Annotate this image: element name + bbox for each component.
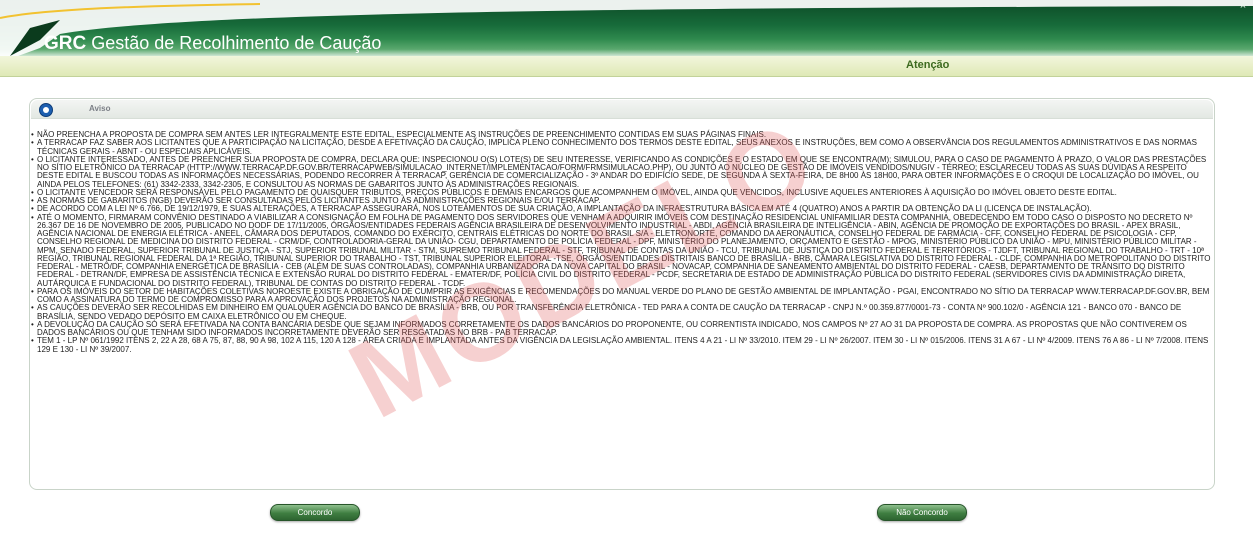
attention-bar: Atenção xyxy=(0,56,1253,77)
notice-item: O LICITANTE INTERESSADO, ANTES DE PREENC… xyxy=(31,155,1211,189)
notice-item: TEM 1 - LP Nº 061/1992 ITENS 2, 22 A 28,… xyxy=(31,337,1211,354)
app-header: GRC Gestão de Recolhimento de Caução × xyxy=(0,0,1253,56)
app-title: GRC Gestão de Recolhimento de Caução xyxy=(44,33,381,55)
app-name: Gestão de Recolhimento de Caução xyxy=(91,33,382,53)
close-icon[interactable]: × xyxy=(1237,0,1249,12)
notice-item: PARA OS IMÓVEIS DO SETOR DE HABITAÇÕES C… xyxy=(31,287,1211,305)
notice-item: ATÉ O MOMENTO, FIRMARAM CONVÊNIO DESTINA… xyxy=(31,213,1211,288)
app-acronym: GRC xyxy=(44,33,87,54)
notice-panel-header: Aviso xyxy=(31,100,1213,119)
notice-list: NÃO PREENCHA A PROPOSTA DE COMPRA SEM AN… xyxy=(31,130,1211,354)
notice-item: AS CAUÇÕES DEVERÃO SER RECOLHIDAS EM DIN… xyxy=(31,304,1211,321)
notice-panel-title: Aviso xyxy=(89,104,111,113)
agree-button[interactable]: Concordo xyxy=(270,504,360,521)
info-icon xyxy=(39,103,53,117)
attention-title: Atenção xyxy=(906,59,950,71)
notice-item: A DEVOLUÇÃO DA CAUÇÃO SÓ SERÁ EFETIVADA … xyxy=(31,320,1211,338)
disagree-button[interactable]: Não Concordo xyxy=(877,504,967,521)
notice-item: A TERRACAP FAZ SABER AOS LICITANTES QUE … xyxy=(31,139,1211,156)
